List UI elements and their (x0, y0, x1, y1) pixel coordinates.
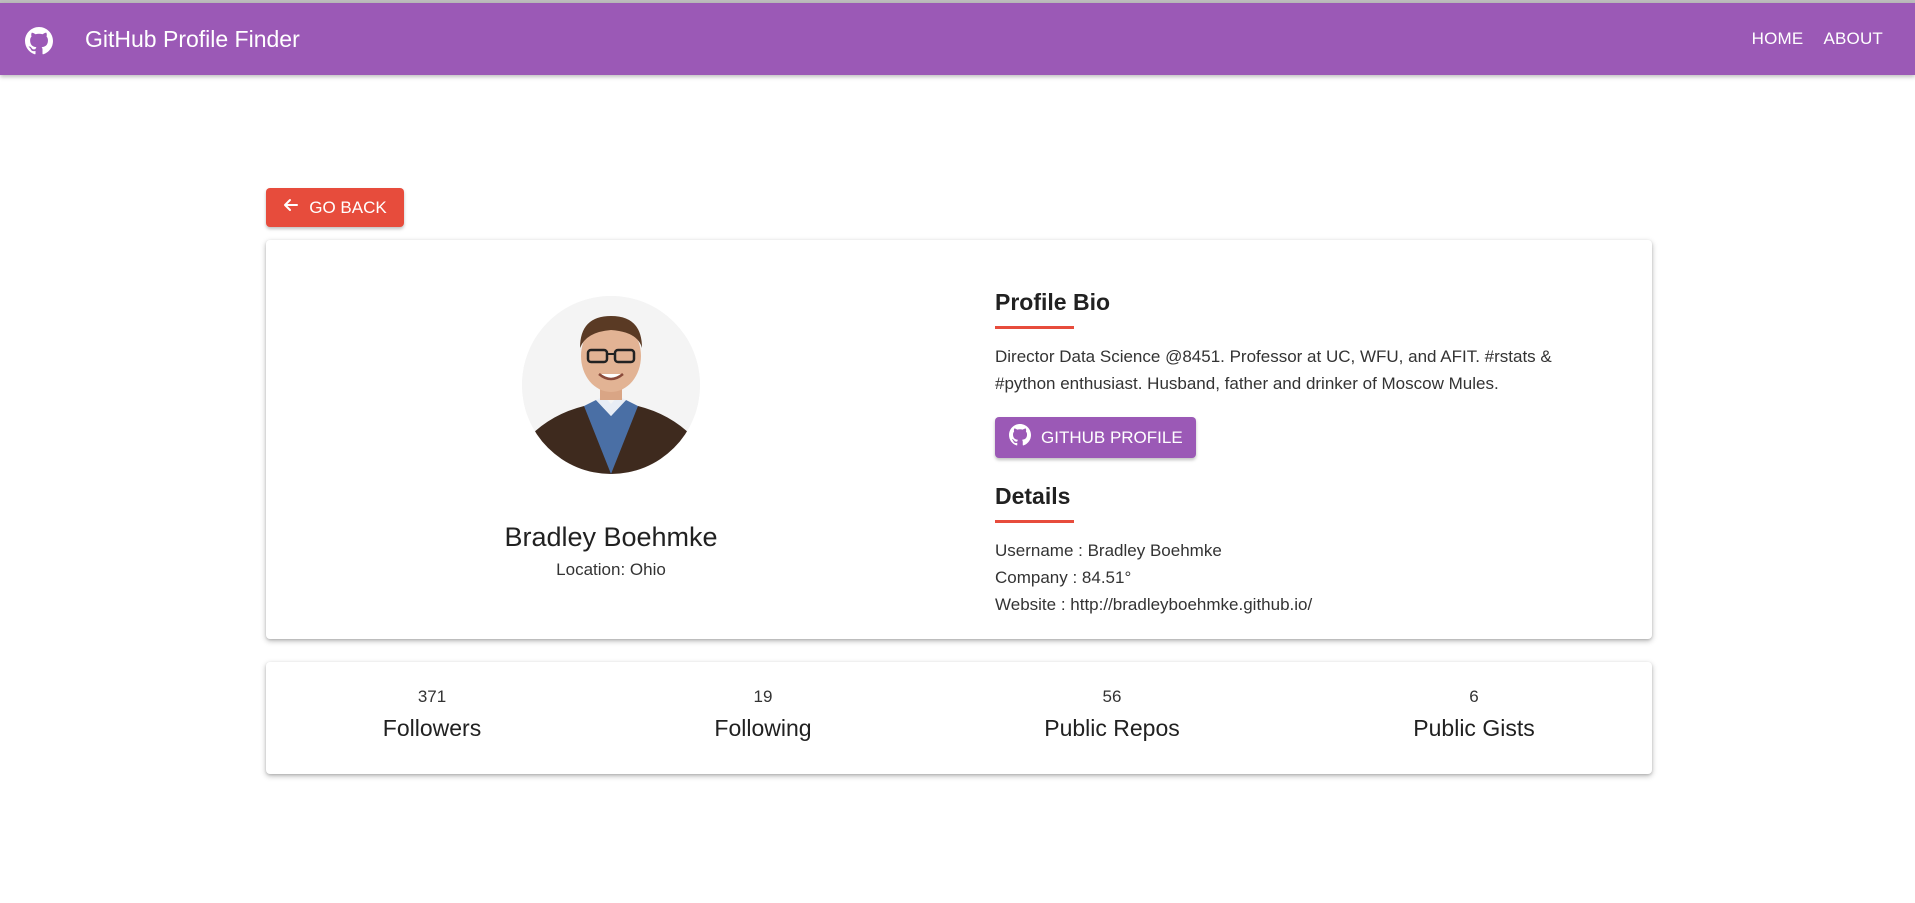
go-back-label: GO BACK (309, 197, 387, 217)
stat-following: 19 Following (653, 686, 873, 742)
stat-label: Public Repos (1044, 715, 1180, 741)
stat-public-gists: 6 Public Gists (1364, 686, 1584, 742)
stat-followers: 371 Followers (322, 686, 542, 742)
profile-name: Bradley Boehmke (504, 522, 718, 552)
github-profile-button[interactable]: GITHUB PROFILE (995, 417, 1196, 458)
app-title: GitHub Profile Finder (85, 26, 300, 52)
github-logo-icon[interactable] (24, 26, 54, 56)
stat-public-repos: 56 Public Repos (1002, 686, 1222, 742)
arrow-left-icon (283, 197, 299, 218)
stats-card: 371 Followers 19 Following 56 Public Rep… (266, 662, 1652, 774)
profile-info-column: Profile Bio Director Data Science @8451.… (995, 288, 1615, 618)
profile-avatar (522, 296, 700, 474)
stat-label: Public Gists (1413, 715, 1535, 741)
detail-company: Company : 84.51° (995, 568, 1132, 587)
profile-card: Bradley Boehmke Location: Ohio Profile B… (266, 240, 1652, 639)
details-heading: Details (995, 483, 1071, 509)
stat-value: 371 (417, 687, 447, 706)
profile-bio-heading: Profile Bio (995, 289, 1111, 315)
stat-value: 6 (1469, 687, 1479, 706)
top-nav: HOME ABOUT (1752, 3, 1883, 75)
stat-label: Followers (382, 715, 482, 741)
app-bar: GitHub Profile Finder HOME ABOUT (0, 3, 1915, 75)
detail-username: Username : Bradley Boehmke (995, 541, 1222, 560)
details-list: Username : Bradley Boehmke Company : 84.… (995, 537, 1615, 618)
github-profile-label: GITHUB PROFILE (1041, 427, 1183, 447)
nav-home-link[interactable]: HOME (1752, 29, 1804, 49)
section-underline (995, 520, 1074, 523)
profile-bio-text: Director Data Science @8451. Professor a… (995, 347, 1552, 393)
github-icon (1009, 424, 1031, 451)
profile-location: Location: Ohio (556, 560, 666, 579)
nav-about-link[interactable]: ABOUT (1823, 29, 1883, 49)
stat-value: 19 (753, 687, 773, 706)
stat-value: 56 (1102, 687, 1122, 706)
detail-website: Website : http://bradleyboehmke.github.i… (995, 595, 1313, 614)
go-back-button[interactable]: GO BACK (266, 188, 404, 227)
section-underline (995, 326, 1074, 329)
stat-label: Following (714, 715, 812, 741)
